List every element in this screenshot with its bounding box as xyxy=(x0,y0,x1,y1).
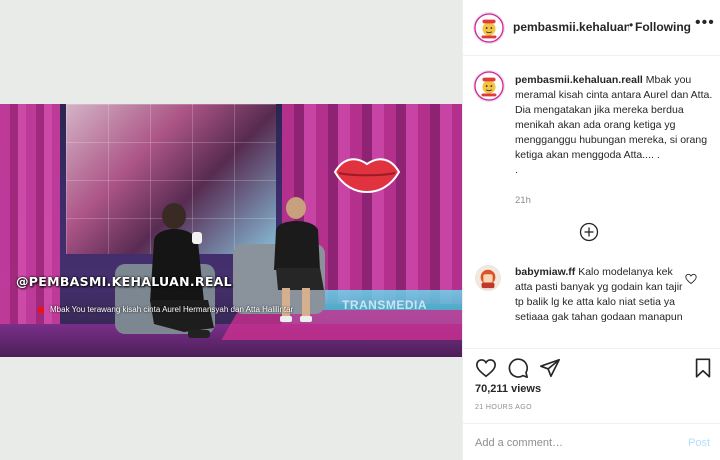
add-comment-input[interactable] xyxy=(475,432,675,454)
video-frame[interactable]: @PEMBASMI.KEHALUAN.REAL TRANSMEDIA Mbak … xyxy=(0,104,462,357)
share-icon[interactable] xyxy=(539,357,561,379)
bookmark-icon[interactable] xyxy=(692,357,714,379)
add-comment-row: Post xyxy=(463,423,720,460)
caption-author-avatar-image xyxy=(474,71,504,101)
caption-username[interactable]: pembasmii.kehaluan.reall xyxy=(515,74,643,86)
stage-pink-platform xyxy=(221,310,462,340)
post-actions: 70,211 views 21 HOURS AGO Post xyxy=(463,348,720,460)
post-media[interactable]: @PEMBASMI.KEHALUAN.REAL TRANSMEDIA Mbak … xyxy=(0,0,462,460)
lips-decor xyxy=(333,158,401,194)
caption-marker xyxy=(38,307,44,313)
commenter-avatar[interactable] xyxy=(475,265,501,291)
plus-circle-icon[interactable] xyxy=(579,222,599,242)
caption-extra-line: . xyxy=(515,164,518,176)
caption-time[interactable]: 21h xyxy=(515,195,531,206)
comment-item: babymiaw.ff Kalo modelanya kek atta past… xyxy=(515,265,693,325)
instagram-post-modal: @PEMBASMI.KEHALUAN.REAL TRANSMEDIA Mbak … xyxy=(0,0,720,460)
stage-curtain-left xyxy=(0,104,60,357)
video-caption: Mbak You terawang kisah cinta Aurel Herm… xyxy=(50,305,294,314)
more-horizontal-icon[interactable]: ••• xyxy=(695,14,715,32)
following-button[interactable]: Following xyxy=(635,20,691,34)
comment-icon[interactable] xyxy=(507,357,529,379)
post-comment-button[interactable]: Post xyxy=(688,437,710,449)
video-watermark: @PEMBASMI.KEHALUAN.REAL xyxy=(16,274,232,289)
author-username[interactable]: pembasmii.kehaluan.re xyxy=(513,20,629,34)
comment-like-icon[interactable] xyxy=(685,272,697,285)
seated-person-left xyxy=(150,203,214,338)
caption-text: Mbak you meramal kisah cinta antara Aure… xyxy=(515,74,713,161)
post-time-ago[interactable]: 21 HOURS AGO xyxy=(475,404,532,411)
header-separator: • xyxy=(629,18,634,32)
post-caption: pembasmii.kehaluan.reall Mbak you merama… xyxy=(515,73,715,178)
heart-icon[interactable] xyxy=(475,357,497,379)
comment-username[interactable]: babymiaw.ff xyxy=(515,266,575,278)
commenter-avatar-image xyxy=(476,266,500,290)
comments-section[interactable]: pembasmii.kehaluan.reall Mbak you merama… xyxy=(463,56,720,348)
author-avatar[interactable] xyxy=(473,12,505,44)
view-count[interactable]: 70,211 views xyxy=(475,383,541,395)
post-sidebar: pembasmii.kehaluan.re • Following ••• pe… xyxy=(462,0,720,460)
caption-author-avatar[interactable] xyxy=(473,70,505,102)
channel-logo: TRANSMEDIA xyxy=(342,298,427,312)
author-avatar-image xyxy=(474,13,504,43)
post-header: pembasmii.kehaluan.re • Following ••• xyxy=(463,0,720,56)
